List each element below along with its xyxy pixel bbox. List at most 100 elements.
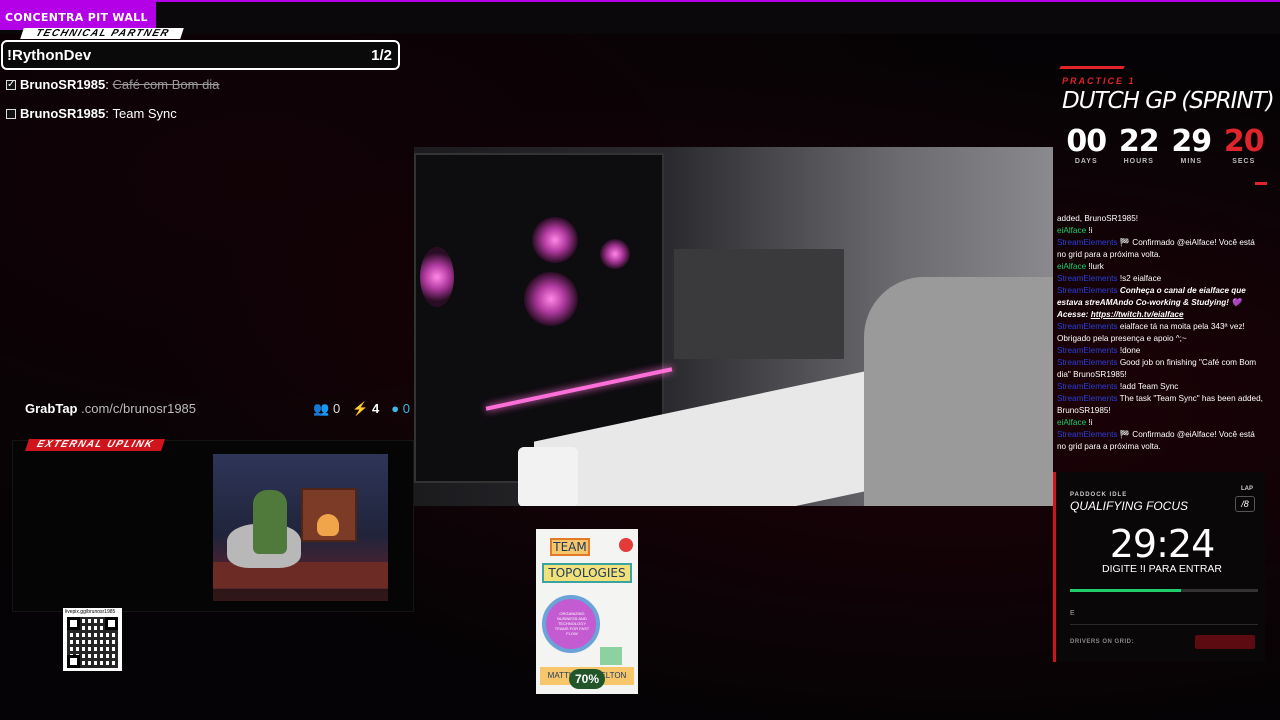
- checkbox-unchecked-icon[interactable]: [6, 108, 16, 119]
- chat-username: eiAlface: [1057, 262, 1087, 271]
- lightning-icon: ⚡: [352, 401, 369, 416]
- task-user: BrunoSR1985: [20, 106, 106, 121]
- fire-shape: [317, 514, 339, 536]
- task-item: BrunoSR1985: Team Sync: [6, 106, 177, 121]
- countdown-secs: 20 SECS: [1218, 126, 1271, 170]
- task-separator: :: [105, 106, 113, 121]
- chat-username: eiAlface: [1057, 418, 1087, 427]
- countdown-mins: 29 MINS: [1165, 126, 1218, 170]
- chat-link[interactable]: https://twitch.tv/eialface: [1091, 310, 1184, 319]
- task-user: BrunoSR1985: [20, 77, 106, 92]
- task-header: !RythonDev 1/2: [1, 40, 400, 70]
- drivers-on-grid-label: DRIVERS ON GRID:: [1070, 639, 1135, 645]
- chat-text: !done: [1119, 346, 1141, 355]
- qr-label: livepix.gg/brunosr1985: [65, 609, 116, 615]
- countdown-value: 29: [1171, 124, 1212, 159]
- qr-code: livepix.gg/brunosr1985: [63, 608, 122, 671]
- task-panel: TECHNICAL PARTNER !RythonDev 1/2 ✓ Bruno…: [0, 28, 414, 428]
- fan-shape: [600, 239, 630, 269]
- external-video[interactable]: [213, 454, 388, 601]
- qr-finder: [67, 655, 80, 668]
- chat-message: eiAlface !lurk: [1057, 261, 1265, 273]
- users-count: 0: [333, 401, 341, 416]
- webcam-feed: [414, 147, 1053, 506]
- chat-text: !add Team Sync: [1119, 382, 1179, 391]
- fan-shape: [420, 247, 454, 307]
- chat-username: StreamElements: [1057, 286, 1118, 295]
- partner-label: TECHNICAL PARTNER: [20, 28, 184, 39]
- printer-shape: [674, 249, 844, 359]
- focus-instruction: DIGITE !I PARA ENTRAR: [1102, 563, 1222, 575]
- brand-tag: CONCENTRA PIT WALL: [0, 2, 156, 30]
- countdown-value: 00: [1066, 124, 1107, 159]
- chat-message: StreamElements eialface tá na moita pela…: [1057, 321, 1265, 345]
- coin-icon: ●: [391, 401, 400, 416]
- bolt-stat: ⚡ 4: [352, 401, 379, 417]
- focus-progress-fill: [1070, 589, 1181, 592]
- book-word-topologies: TOPOLOGIES: [542, 563, 632, 583]
- focus-timer: 29:24: [1109, 522, 1216, 566]
- chat-username: eiAlface: [1057, 226, 1087, 235]
- book-subtitle: ORGANIZING BUSINESS AND TECHNOLOGY TEAMS…: [554, 611, 590, 636]
- person-shape: [253, 490, 287, 554]
- grabtap-stats: 👥 0 ⚡ 4 ● 0: [313, 401, 410, 417]
- video-controls[interactable]: [213, 589, 388, 601]
- chat-username: StreamElements: [1057, 322, 1118, 331]
- countdown-label: HOURS: [1123, 158, 1154, 165]
- chat-log: added, BrunoSR1985! eiAlface !i StreamEl…: [1057, 213, 1265, 461]
- chat-message: StreamElements !done: [1057, 345, 1265, 357]
- grabtap-row: GrabTap .com/c/brunosr1985 👥 0 ⚡ 4 ● 0: [25, 401, 410, 419]
- qualifying-focus-panel: PADDOCK IDLE LAP /8 QUALIFYING FOCUS 29:…: [1053, 472, 1265, 662]
- divider: [1070, 624, 1258, 625]
- coin-stat: ● 0: [391, 401, 410, 417]
- chat-text: !s2 eialface: [1119, 274, 1162, 283]
- book-red-dot: [619, 538, 633, 552]
- checkbox-checked-icon[interactable]: ✓: [6, 79, 16, 90]
- grabtap-logo: GrabTap: [25, 401, 78, 416]
- countdown-hours: 22 HOURS: [1113, 126, 1166, 170]
- reading-progress-badge: 70%: [569, 669, 605, 689]
- countdown-label: MINS: [1180, 158, 1202, 165]
- focus-progress-track: [1070, 589, 1258, 592]
- fan-shape: [532, 217, 578, 263]
- mug-shape: [518, 447, 578, 506]
- countdown-value: 22: [1118, 124, 1160, 159]
- task-separator: :: [105, 77, 113, 92]
- external-uplink-label: EXTERNAL UPLINK: [25, 439, 165, 451]
- coin-count: 0: [402, 401, 410, 416]
- users-stat: 👥 0: [313, 401, 340, 417]
- chat-message: StreamElements Conheça o canal de eialfa…: [1057, 285, 1265, 321]
- gp-title: DUTCH GP (SPRINT): [1062, 88, 1275, 114]
- chat-text: !lurk: [1088, 262, 1104, 271]
- countdown-label: SECS: [1232, 158, 1256, 165]
- chat-username: StreamElements: [1057, 346, 1118, 355]
- chat-message: StreamElements 🏁 Confirmado @eiAlface! V…: [1057, 237, 1265, 261]
- chat-message: StreamElements 🏁 Confirmado @eiAlface! V…: [1057, 429, 1265, 453]
- task-item: ✓ BrunoSR1985: Café com Bom dia: [6, 77, 219, 92]
- fan-shape: [524, 272, 578, 326]
- chat-message: StreamElements The task "Team Sync" has …: [1057, 393, 1265, 417]
- countdown-flag: [1255, 182, 1267, 185]
- users-icon: 👥: [313, 401, 330, 416]
- chat-message: StreamElements !s2 eialface: [1057, 273, 1265, 285]
- chat-username: StreamElements: [1057, 238, 1118, 247]
- chat-username: StreamElements: [1057, 358, 1118, 367]
- bolt-count: 4: [372, 401, 380, 416]
- countdown-days: 00 DAYS: [1060, 126, 1113, 170]
- book-green-box: [600, 647, 622, 665]
- chat-username: StreamElements: [1057, 394, 1118, 403]
- countdown-label: DAYS: [1074, 158, 1098, 165]
- focus-e-label: E: [1070, 610, 1075, 617]
- chat-message: StreamElements !add Team Sync: [1057, 381, 1265, 393]
- book-word-team: TEAM: [550, 538, 590, 556]
- focus-title: QUALIFYING FOCUS: [1070, 499, 1189, 513]
- chat-message: added, BrunoSR1985!: [1057, 213, 1265, 225]
- chat-text: !i: [1088, 226, 1093, 235]
- paddock-status: PADDOCK IDLE: [1070, 492, 1128, 498]
- chat-message: eiAlface !i: [1057, 225, 1265, 237]
- chat-message: StreamElements Good job on finishing "Ca…: [1057, 357, 1265, 381]
- book-cover: TEAM TOPOLOGIES ORGANIZING BUSINESS AND …: [536, 529, 638, 694]
- person-shirt-shape: [864, 277, 1053, 506]
- drivers-grid-button[interactable]: [1195, 635, 1255, 649]
- session-label: PRACTICE 1: [1062, 76, 1136, 86]
